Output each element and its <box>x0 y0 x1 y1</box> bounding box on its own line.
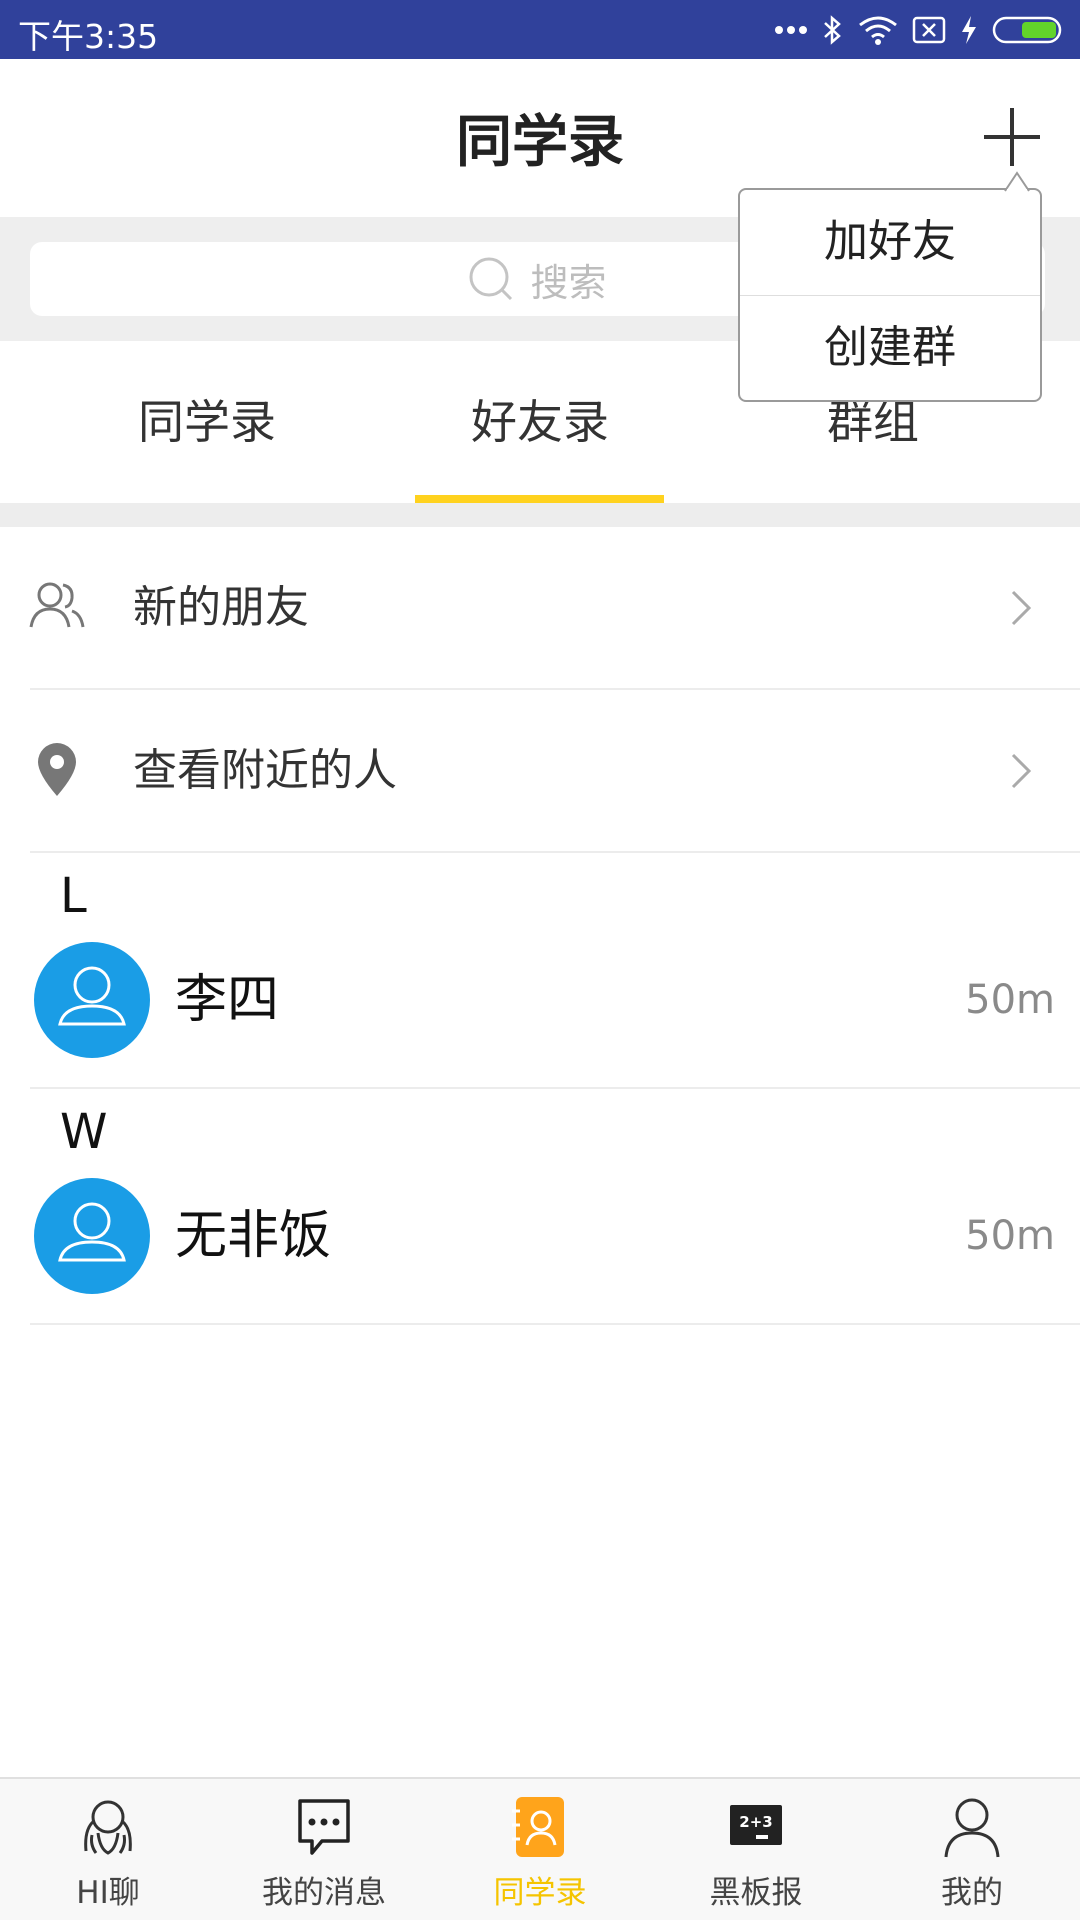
tab-friends[interactable]: 好友录 <box>360 341 720 503</box>
people-icon <box>29 582 85 628</box>
nav-label: 我的 <box>941 1875 1003 1911</box>
plus-icon[interactable] <box>980 100 1044 172</box>
section-divider <box>0 503 1080 527</box>
active-tab-indicator <box>415 495 664 503</box>
add-friend-menu-item[interactable]: 加好友 <box>740 190 1040 294</box>
create-group-menu-item[interactable]: 创建群 <box>740 296 1040 400</box>
chevron-right-icon <box>1011 590 1032 626</box>
search-icon <box>469 257 513 301</box>
new-friends-row[interactable]: 新的朋友 <box>0 527 1080 688</box>
bottom-nav: HI聊 我的消息 同学录 2+3 黑板报 我的 <box>0 1777 1080 1920</box>
divider <box>30 851 1080 853</box>
new-friends-label: 新的朋友 <box>133 582 309 633</box>
wifi-icon <box>859 16 897 45</box>
contact-distance: 50m <box>965 1213 1055 1259</box>
user-avatar-icon <box>58 966 126 1026</box>
add-popup-menu: 加好友 创建群 <box>738 171 1042 402</box>
no-sim-icon <box>912 16 946 44</box>
location-pin-icon <box>38 743 76 796</box>
contact-row[interactable]: 无非饭 50m <box>0 1166 1080 1306</box>
search-placeholder: 搜索 <box>530 260 607 305</box>
nav-classmates[interactable]: 同学录 <box>432 1779 648 1920</box>
divider <box>30 1087 1080 1089</box>
index-letter-l: L <box>60 868 87 924</box>
contact-row[interactable]: 李四 50m <box>0 930 1080 1070</box>
chevron-right-icon <box>1011 753 1032 789</box>
contact-name: 无非饭 <box>175 1206 332 1266</box>
contact-distance: 50m <box>965 977 1055 1023</box>
popup-arrow <box>1004 171 1030 192</box>
profile-icon <box>944 1798 1000 1858</box>
message-bubble-icon <box>298 1799 350 1855</box>
nav-label: HI聊 <box>76 1875 140 1911</box>
battery-icon <box>992 16 1062 44</box>
contacts-book-icon <box>512 1797 564 1857</box>
svg-text:2+3: 2+3 <box>739 1813 772 1831</box>
user-avatar-icon <box>58 1202 126 1262</box>
nav-label: 我的消息 <box>262 1875 386 1911</box>
contact-name: 李四 <box>175 970 280 1030</box>
bluetooth-icon <box>824 15 841 45</box>
avatar <box>34 1178 150 1294</box>
nav-label: 同学录 <box>493 1875 587 1911</box>
hi-chat-icon <box>84 1800 132 1855</box>
nav-mine[interactable]: 我的 <box>864 1779 1080 1920</box>
nearby-people-label: 查看附近的人 <box>133 745 397 796</box>
page-title: 同学录 <box>456 110 624 175</box>
divider <box>30 1323 1080 1325</box>
nav-my-messages[interactable]: 我的消息 <box>216 1779 432 1920</box>
more-dots-icon <box>775 26 807 34</box>
index-letter-w: W <box>60 1104 108 1160</box>
blackboard-icon: 2+3 <box>730 1805 782 1845</box>
status-time: 下午3:35 <box>18 17 159 56</box>
tab-classmates[interactable]: 同学录 <box>27 341 387 503</box>
nav-label: 黑板报 <box>709 1875 803 1911</box>
status-bar: 下午3:35 <box>0 0 1080 59</box>
nearby-people-row[interactable]: 查看附近的人 <box>0 690 1080 851</box>
charging-icon <box>962 16 976 44</box>
nav-hi-chat[interactable]: HI聊 <box>0 1779 216 1920</box>
avatar <box>34 942 150 1058</box>
nav-blackboard[interactable]: 2+3 黑板报 <box>648 1779 864 1920</box>
